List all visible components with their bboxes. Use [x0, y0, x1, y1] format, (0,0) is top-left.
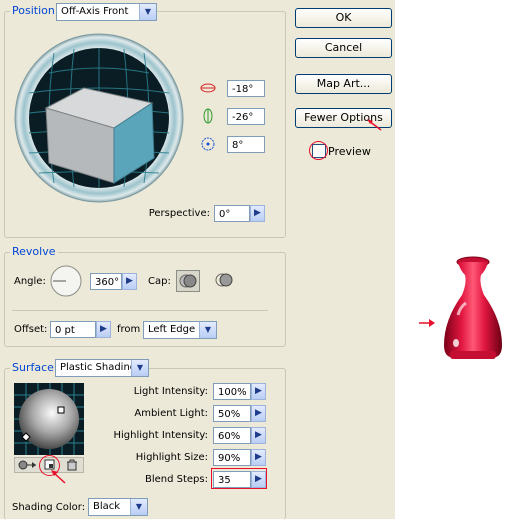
highlight-intensity-stepper[interactable]: ▶ — [251, 427, 266, 444]
cap-off-button[interactable] — [213, 270, 235, 292]
offset-stepper[interactable]: ▶ — [96, 321, 111, 338]
chevron-down-icon: ▼ — [130, 499, 147, 515]
surface-type-select[interactable]: Plastic Shading ▼ — [55, 359, 149, 377]
blend-steps-field[interactable]: 35 — [213, 471, 251, 488]
x-rotation-field[interactable]: -18° — [227, 80, 265, 97]
preview-highlight-circle — [309, 141, 328, 160]
extrude-bevel-dialog: Position: Off-Axis Front ▼ -18° -26° 8° … — [0, 0, 395, 520]
chevron-down-icon: ▼ — [131, 360, 148, 376]
surface-label: Surface: — [10, 361, 60, 374]
highlight-size-label: Highlight Size: — [135, 452, 208, 463]
preview-label: Preview — [328, 145, 371, 158]
highlight-size-field[interactable]: 90% — [213, 449, 251, 466]
light-intensity-label: Light Intensity: — [133, 386, 208, 397]
ambient-light-field[interactable]: 50% — [213, 405, 251, 422]
annotation-arrow-icon — [418, 318, 436, 328]
annotation-arrow-icon — [365, 118, 383, 132]
x-rotation-icon — [200, 80, 216, 96]
cap-label: Cap: — [148, 276, 171, 287]
from-edge-value: Left Edge — [148, 324, 196, 335]
revolve-divider — [12, 310, 268, 311]
surface-type-value: Plastic Shading — [60, 362, 137, 373]
vase-artwork — [438, 255, 508, 367]
revolve-label: Revolve — [10, 245, 58, 258]
light-intensity-field[interactable]: 100% — [213, 383, 251, 400]
ok-button[interactable]: OK — [295, 8, 392, 28]
angle-label: Angle: — [14, 276, 46, 287]
offset-label: Offset: — [14, 324, 48, 335]
y-rotation-field[interactable]: -26° — [227, 108, 265, 125]
map-art-button[interactable]: Map Art... — [295, 74, 392, 94]
light-intensity-stepper[interactable]: ▶ — [251, 383, 266, 400]
shading-color-value: Black — [93, 501, 121, 512]
cancel-button[interactable]: Cancel — [295, 38, 392, 58]
blend-steps-stepper[interactable]: ▶ — [251, 471, 266, 488]
perspective-stepper[interactable]: ▶ — [250, 205, 265, 222]
from-edge-select[interactable]: Left Edge ▼ — [143, 321, 217, 339]
blend-steps-label: Blend Steps: — [144, 474, 208, 485]
shading-color-label: Shading Color: — [12, 502, 86, 513]
angle-stepper[interactable]: ▶ — [122, 273, 137, 290]
z-rotation-icon — [200, 136, 216, 152]
highlight-size-stepper[interactable]: ▶ — [251, 449, 266, 466]
position-preset-select[interactable]: Off-Axis Front ▼ — [56, 3, 157, 21]
shading-color-select[interactable]: Black ▼ — [88, 498, 148, 516]
z-rotation-field[interactable]: 8° — [227, 136, 265, 153]
angle-dial[interactable] — [49, 264, 83, 298]
cap-on-button[interactable] — [176, 270, 200, 292]
annotation-arrow-icon — [50, 470, 68, 484]
perspective-label: Perspective: — [148, 208, 210, 219]
y-rotation-icon — [200, 108, 216, 124]
chevron-down-icon: ▼ — [139, 4, 156, 20]
position-label: Position: — [10, 4, 61, 17]
track-cube-widget[interactable] — [14, 33, 184, 203]
ambient-light-stepper[interactable]: ▶ — [251, 405, 266, 422]
angle-field[interactable]: 360° — [90, 273, 122, 290]
highlight-intensity-field[interactable]: 60% — [213, 427, 251, 444]
ambient-light-label: Ambient Light: — [134, 408, 208, 419]
offset-field[interactable]: 0 pt — [50, 321, 96, 338]
highlight-intensity-label: Highlight Intensity: — [113, 430, 209, 441]
from-label: from — [117, 324, 141, 335]
chevron-down-icon: ▼ — [199, 322, 216, 338]
perspective-field[interactable]: 0° — [214, 205, 250, 222]
lighting-sphere-preview[interactable] — [14, 383, 84, 455]
move-light-back-icon[interactable] — [18, 459, 38, 471]
position-preset-value: Off-Axis Front — [61, 6, 129, 17]
